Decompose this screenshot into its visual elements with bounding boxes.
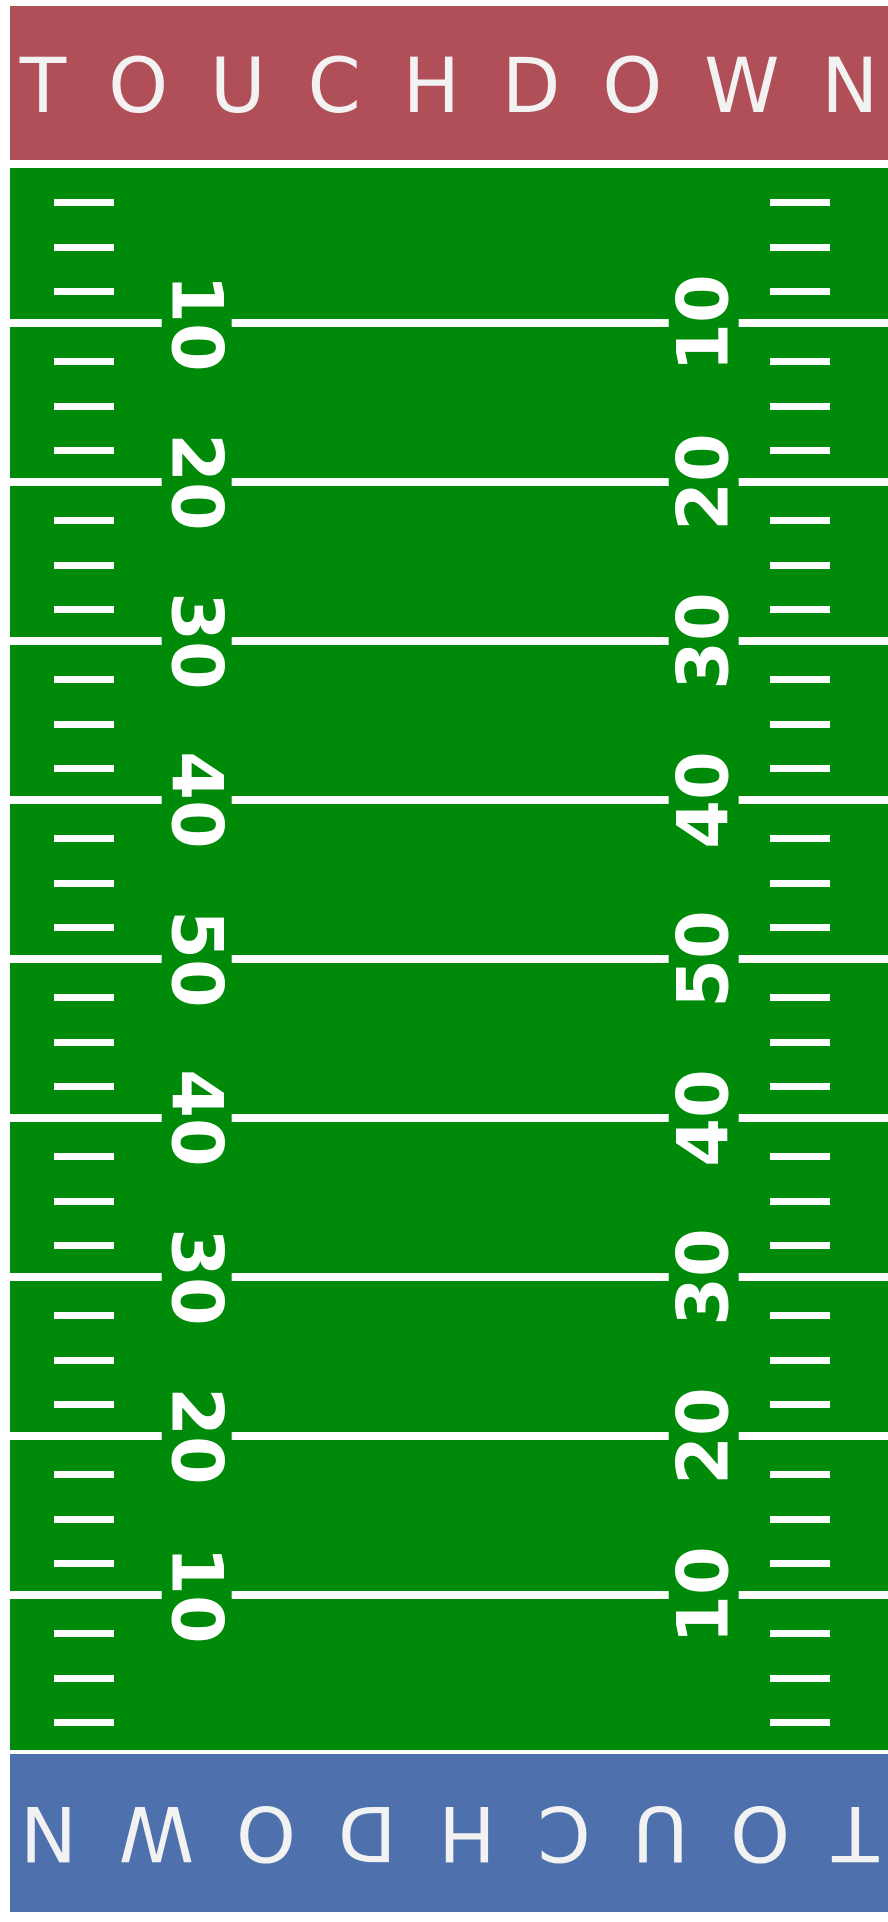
hash-mark-right bbox=[770, 675, 830, 683]
hash-mark-left bbox=[54, 1515, 114, 1523]
hash-mark-left bbox=[54, 1242, 114, 1250]
hash-mark-right bbox=[770, 720, 830, 728]
hash-mark-left bbox=[54, 1674, 114, 1682]
hash-mark-right bbox=[770, 1197, 830, 1205]
yard-line bbox=[10, 637, 888, 645]
hash-mark-right bbox=[770, 1242, 830, 1250]
yard-line bbox=[10, 1432, 888, 1440]
hash-mark-left bbox=[54, 1356, 114, 1364]
hash-mark-left bbox=[54, 1470, 114, 1478]
hash-mark-right bbox=[770, 447, 830, 455]
hash-mark-left bbox=[54, 243, 114, 251]
hash-mark-right bbox=[770, 561, 830, 569]
yard-line bbox=[10, 1591, 888, 1599]
hash-mark-left bbox=[54, 1401, 114, 1409]
hash-mark-left bbox=[54, 1083, 114, 1091]
yard-number-right: 10 bbox=[662, 268, 744, 378]
hash-mark-left bbox=[54, 447, 114, 455]
football-field: TOUCHDOWN 10 10 20 20 30 30 40 40 50 50 40 40 30 30 20… bbox=[0, 6, 888, 1912]
hash-mark-left bbox=[54, 288, 114, 296]
yard-number-left: 50 bbox=[155, 904, 237, 1014]
yard-number-right: 30 bbox=[662, 1222, 744, 1332]
hash-mark-right bbox=[770, 288, 830, 296]
hash-mark-left bbox=[54, 402, 114, 410]
bottom-endzone-label: TOUCHDOWN bbox=[0, 1788, 879, 1878]
hash-mark-right bbox=[770, 1629, 830, 1637]
hash-mark-right bbox=[770, 243, 830, 251]
hash-mark-right bbox=[770, 1674, 830, 1682]
hash-mark-left bbox=[54, 993, 114, 1001]
yard-number-right: 40 bbox=[662, 1063, 744, 1173]
hash-mark-left bbox=[54, 720, 114, 728]
hash-mark-left bbox=[54, 1197, 114, 1205]
yard-number-right: 40 bbox=[662, 745, 744, 855]
hash-mark-right bbox=[770, 198, 830, 206]
hash-mark-right bbox=[770, 357, 830, 365]
hash-mark-right bbox=[770, 1719, 830, 1727]
hash-mark-left bbox=[54, 765, 114, 773]
bottom-endzone: TOUCHDOWN bbox=[0, 1754, 888, 1912]
yard-number-left: 10 bbox=[155, 268, 237, 378]
yard-number-right: 20 bbox=[662, 427, 744, 537]
hash-mark-left bbox=[54, 1152, 114, 1160]
yard-number-left: 30 bbox=[155, 1222, 237, 1332]
hash-mark-left bbox=[54, 1038, 114, 1046]
goal-line bbox=[10, 160, 888, 168]
yard-line bbox=[10, 478, 888, 486]
hash-mark-right bbox=[770, 765, 830, 773]
hash-mark-right bbox=[770, 879, 830, 887]
hash-mark-right bbox=[770, 606, 830, 614]
hash-mark-left bbox=[54, 1311, 114, 1319]
hash-mark-left bbox=[54, 357, 114, 365]
hash-mark-left bbox=[54, 675, 114, 683]
top-endzone-label: TOUCHDOWN bbox=[19, 40, 888, 130]
yard-number-left: 40 bbox=[155, 745, 237, 855]
yard-line bbox=[10, 1273, 888, 1281]
hash-mark-left bbox=[54, 834, 114, 842]
hash-mark-right bbox=[770, 1401, 830, 1409]
yard-line bbox=[10, 796, 888, 804]
yard-number-left: 20 bbox=[155, 427, 237, 537]
hash-mark-left bbox=[54, 198, 114, 206]
hash-mark-right bbox=[770, 1356, 830, 1364]
hash-mark-right bbox=[770, 1311, 830, 1319]
yard-number-left: 20 bbox=[155, 1381, 237, 1491]
yard-number-left: 40 bbox=[155, 1063, 237, 1173]
hash-mark-right bbox=[770, 402, 830, 410]
yard-number-right: 50 bbox=[662, 904, 744, 1014]
hash-mark-right bbox=[770, 1560, 830, 1568]
yard-number-right: 10 bbox=[662, 1540, 744, 1650]
hash-mark-left bbox=[54, 1560, 114, 1568]
hash-mark-right bbox=[770, 993, 830, 1001]
top-endzone: TOUCHDOWN bbox=[10, 6, 888, 164]
hash-mark-right bbox=[770, 516, 830, 524]
hash-mark-right bbox=[770, 1152, 830, 1160]
yard-line bbox=[10, 955, 888, 963]
yard-number-right: 20 bbox=[662, 1381, 744, 1491]
hash-mark-left bbox=[54, 516, 114, 524]
hash-mark-left bbox=[54, 606, 114, 614]
hash-mark-right bbox=[770, 1470, 830, 1478]
hash-mark-right bbox=[770, 1083, 830, 1091]
hash-mark-right bbox=[770, 834, 830, 842]
yard-number-left: 30 bbox=[155, 586, 237, 696]
hash-mark-left bbox=[54, 1719, 114, 1727]
yard-number-left: 10 bbox=[155, 1540, 237, 1650]
hash-mark-left bbox=[54, 1629, 114, 1637]
hash-mark-right bbox=[770, 1515, 830, 1523]
hash-mark-right bbox=[770, 1038, 830, 1046]
hash-mark-left bbox=[54, 561, 114, 569]
yard-line bbox=[10, 319, 888, 327]
yard-number-right: 30 bbox=[662, 586, 744, 696]
hash-mark-right bbox=[770, 924, 830, 932]
hash-mark-left bbox=[54, 879, 114, 887]
hash-mark-left bbox=[54, 924, 114, 932]
yard-line bbox=[10, 1114, 888, 1122]
